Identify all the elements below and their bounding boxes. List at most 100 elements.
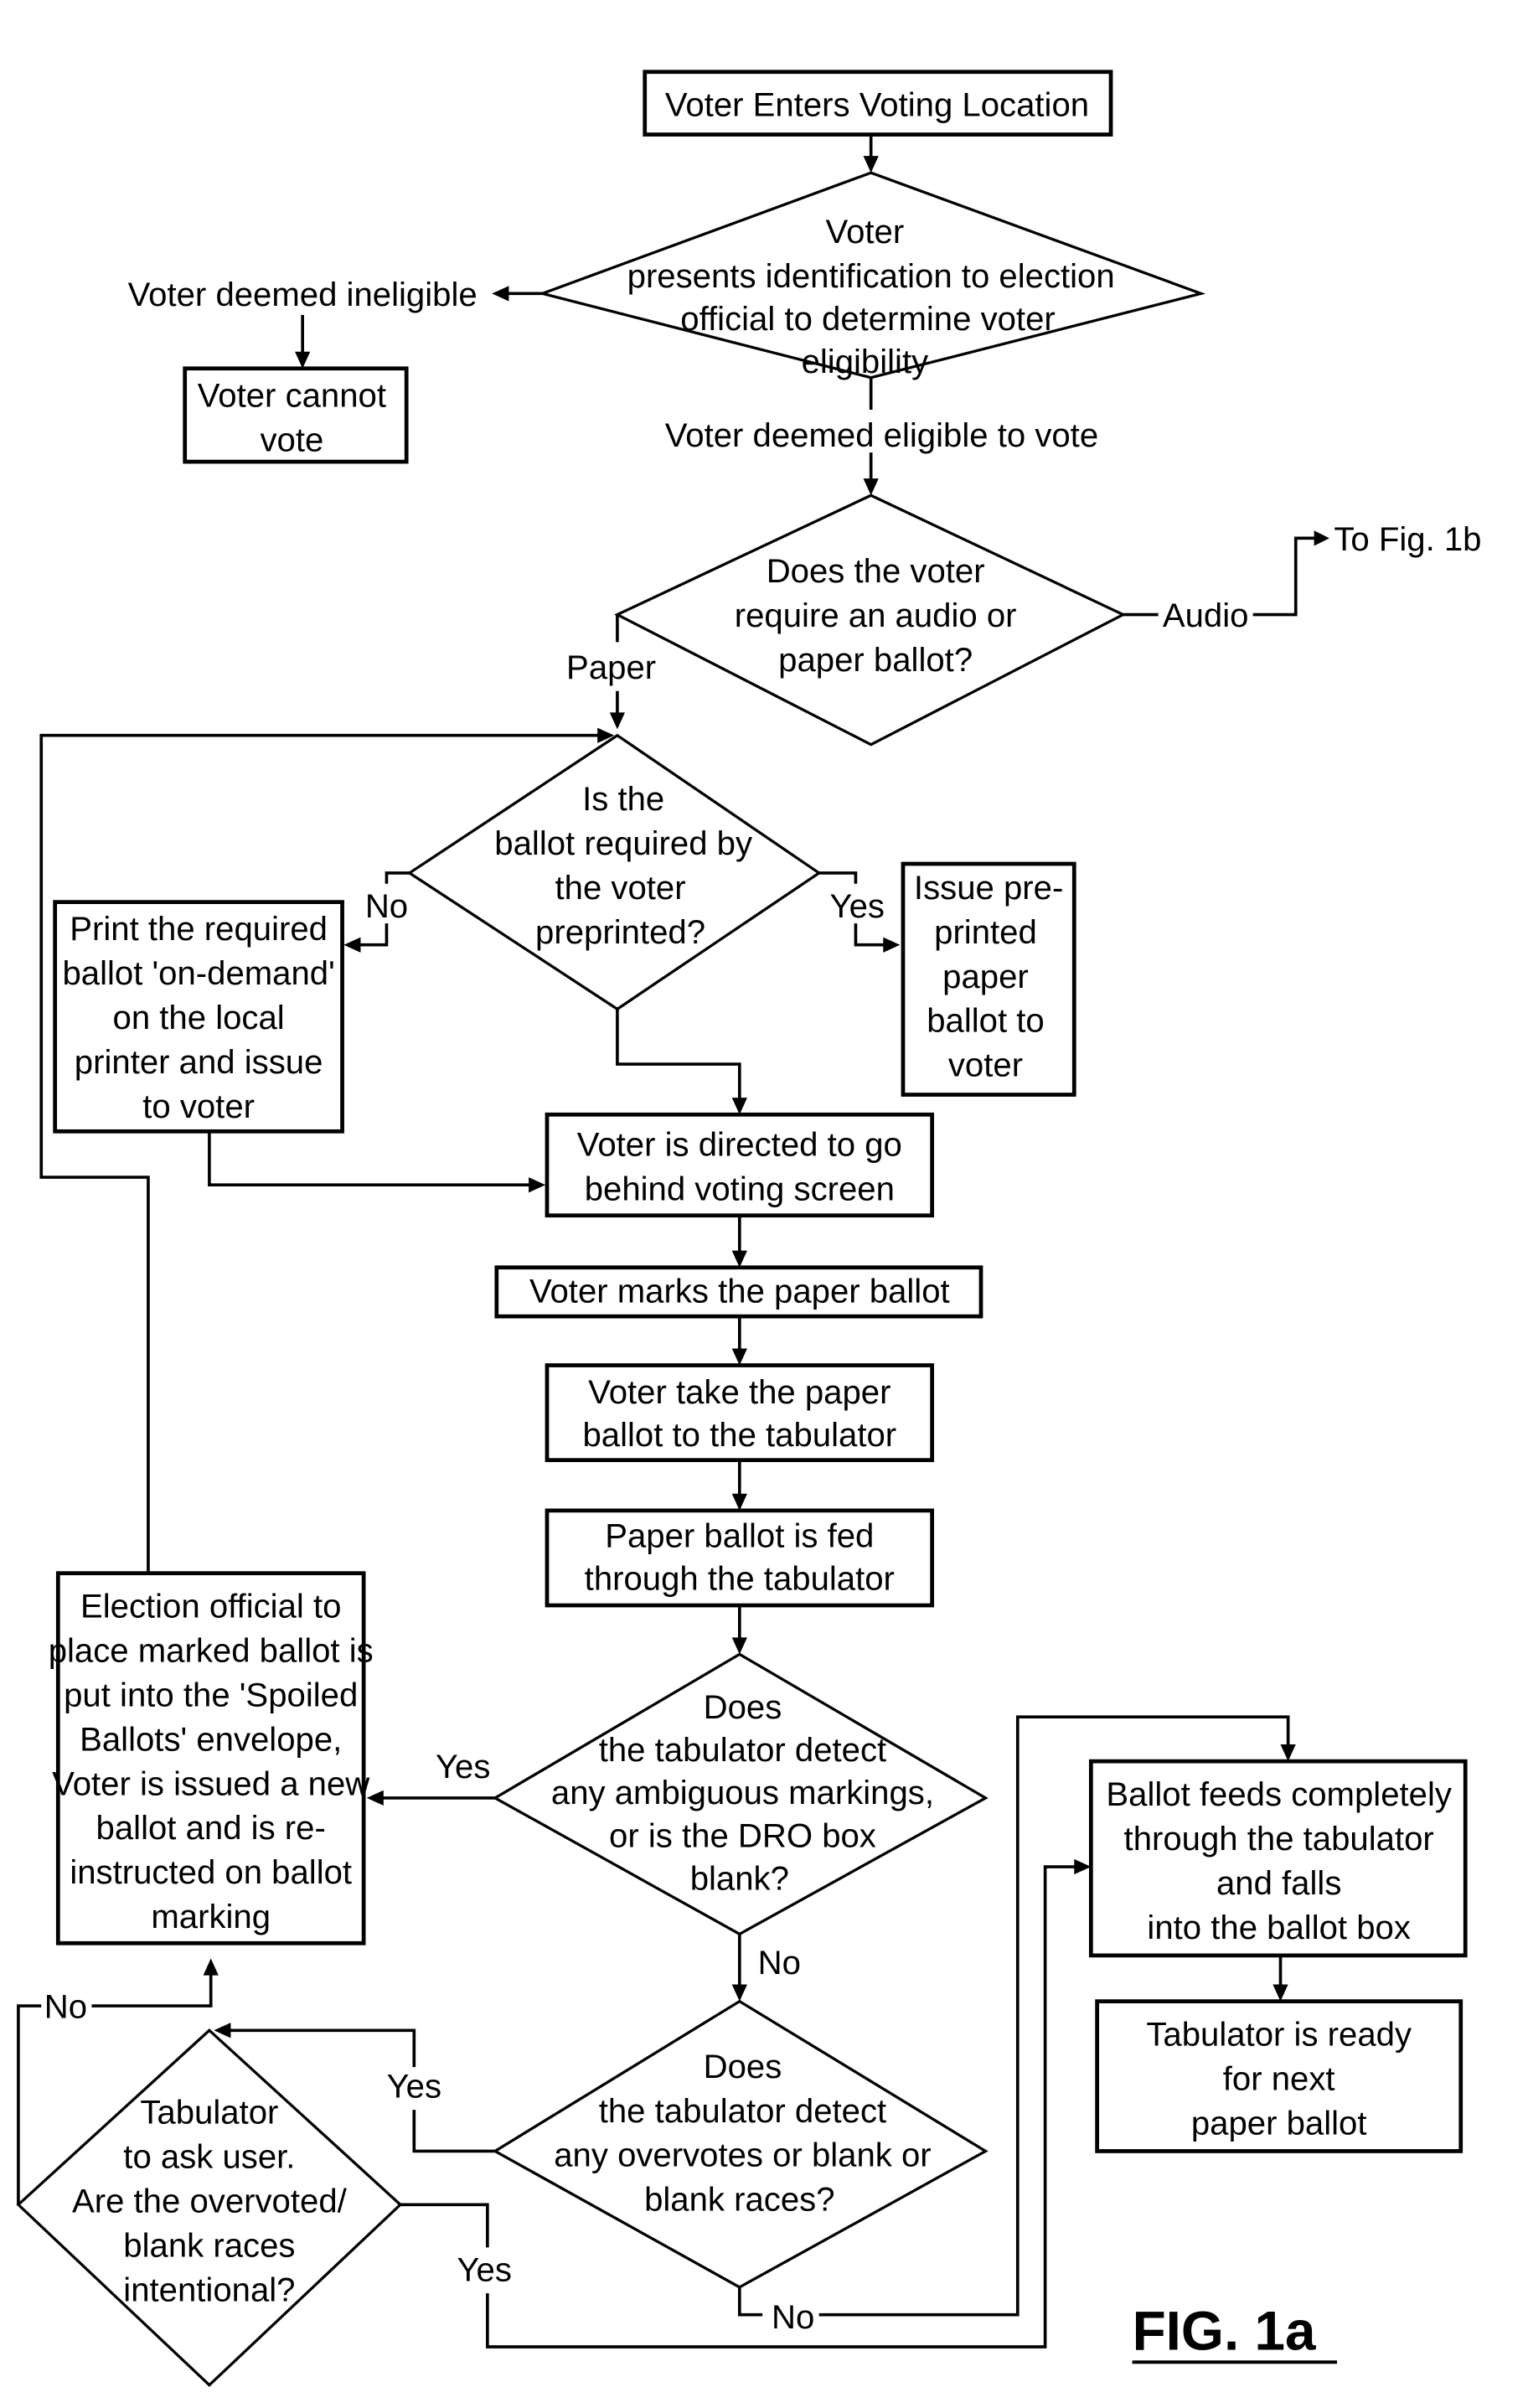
node-text-line: Ballot feeds completely [1106,1775,1452,1813]
node-ballot-type: Does the voter require an audio or paper… [614,493,1127,747]
node-text-line: ballot 'on-demand' [62,954,334,992]
arrowhead [1280,1744,1296,1762]
node-text-line: Ballots' envelope, [80,1720,342,1758]
node-text-line: Voter [826,213,905,251]
node-text-line: blank? [690,1859,789,1897]
node-text-line: blank races [123,2226,295,2264]
node-id-check: Voter presents identification to electio… [537,171,1206,380]
node-text-line: ballot to the tabulator [582,1416,896,1454]
node-text-line: and falls [1216,1864,1341,1902]
figure-caption: FIG. 1a [1133,2301,1337,2364]
label-yes-overvotes: Yes [387,2068,441,2106]
node-text-line: through the tabulator [585,1560,895,1598]
node-text-line: the tabulator detect [599,1731,886,1769]
arrowhead [863,478,879,496]
node-text-line: Issue pre- [914,869,1063,907]
label-audio: Audio [1163,597,1249,634]
node-print-on-demand: Print the required ballot 'on-demand' on… [53,900,344,1134]
node-cannot-vote: Voter cannot vote [183,366,409,464]
edge-print-to-screen [208,1131,532,1187]
arrowhead [731,1493,747,1511]
arrowhead [203,1958,219,1976]
node-issue-preprinted: Issue pre- printed paper ballot to voter [901,861,1076,1097]
node-text-line: behind voting screen [585,1170,895,1207]
node-preprinted-q: Is the ballot required by the voter prep… [406,733,822,1011]
node-text-line: presents identification to election [627,257,1115,295]
label-no-overvotes: No [772,2298,814,2336]
node-text-line: paper ballot [1191,2104,1367,2142]
node-text-line: ballot required by [494,824,752,862]
node-text-line: paper ballot? [778,641,973,679]
node-start-text: Voter Enters Voting Location [665,86,1089,124]
node-text-line: Voter cannot [198,376,386,414]
node-text-line: ballot and is re- [96,1809,326,1847]
node-text-line: marking [151,1898,271,1935]
node-text-line: Does [704,2048,782,2085]
node-feeds-completely: Ballot feeds completely through the tabu… [1088,1759,1468,1958]
node-text-line: Tabulator is ready [1146,2016,1412,2054]
arrowhead [731,1348,747,1366]
node-text-line: Voter is directed to go [577,1126,902,1164]
node-text-line: intentional? [123,2271,295,2308]
node-text-line: Does [704,1688,782,1726]
node-text-line: or is the DRO box [609,1816,876,1854]
arrowhead [1272,1984,1288,2002]
node-text-line: Voter take the paper [588,1373,890,1411]
node-text-line: Does the voter [767,552,985,590]
arrowhead [609,712,626,730]
arrowhead [343,937,361,953]
node-text-line: Voter marks the paper ballot [529,1273,950,1310]
node-text-line: Election official to [80,1588,341,1625]
node-take-to-tabulator: Voter take the paper ballot to the tabul… [545,1363,935,1463]
node-text-line: vote [260,421,323,458]
arrowhead [492,286,509,302]
node-ambiguous-q: Does the tabulator detect any ambiguous … [492,1652,989,1936]
label-no-intentional: No [44,1988,87,2026]
label-yes-intentional: Yes [457,2251,511,2289]
node-text-line: require an audio or [735,597,1017,634]
node-text-line: for next [1223,2059,1335,2097]
node-text-line: instructed on ballot [70,1853,352,1891]
arrowhead [295,351,311,369]
node-text-line: official to determine voter [680,300,1055,338]
node-overvotes-q: Does the tabulator detect any overvotes … [492,1999,989,2289]
node-text-line: preprinted? [535,913,705,951]
node-text-line: blank races? [644,2181,834,2219]
node-text-line: Tabulator [140,2094,278,2132]
arrowhead [529,1177,546,1193]
node-text-line: into the ballot box [1147,1909,1410,1946]
node-text-line: voter [948,1046,1023,1084]
arrowhead [731,1637,747,1655]
label-ineligible: Voter deemed ineligible [128,276,478,313]
node-ready-next: Tabulator is ready for next paper ballot [1095,1999,1463,2153]
flowchart: Voter Enters Voting Location Voter prese… [16,70,1482,2387]
node-marks-ballot: Voter marks the paper ballot [494,1265,983,1319]
node-text-line: any ambiguous markings, [551,1774,934,1811]
arrowhead [731,1098,747,1115]
node-voting-screen: Voter is directed to go behind voting sc… [545,1112,935,1218]
node-text-line: to voter [142,1088,255,1125]
arrowhead [1314,530,1329,546]
node-text-line: ballot to [927,1002,1045,1040]
label-to-fig-1b[interactable]: To Fig. 1b [1334,520,1481,558]
label-paper: Paper [566,649,656,686]
arrowhead [883,937,901,953]
node-text-line: through the tabulator [1124,1820,1434,1858]
figure-label: FIG. 1a [1133,2301,1316,2362]
node-text-line: Are the overvoted/ [72,2182,348,2219]
label-no-preprinted: No [365,887,408,925]
arrowhead [1074,1858,1092,1875]
node-fed-through: Paper ballot is fed through the tabulato… [545,1508,935,1608]
edge-preprinted-to-screen [616,1009,741,1101]
node-text-line: Paper ballot is fed [605,1517,874,1555]
node-spoiled: Election official to place marked ballot… [49,1571,374,1946]
node-text-line: the voter [555,869,685,907]
node-text-line: the tabulator detect [599,2092,886,2130]
node-text-line: place marked ballot is [49,1632,374,1670]
label-yes-preprinted: Yes [830,887,885,925]
node-start: Voter Enters Voting Location [643,70,1113,137]
node-ask-user-q: Tabulator to ask user. Are the overvoted… [16,2028,403,2387]
node-text-line: printed [934,913,1037,951]
node-text-line: paper [942,958,1029,995]
node-text-line: on the local [113,999,285,1036]
